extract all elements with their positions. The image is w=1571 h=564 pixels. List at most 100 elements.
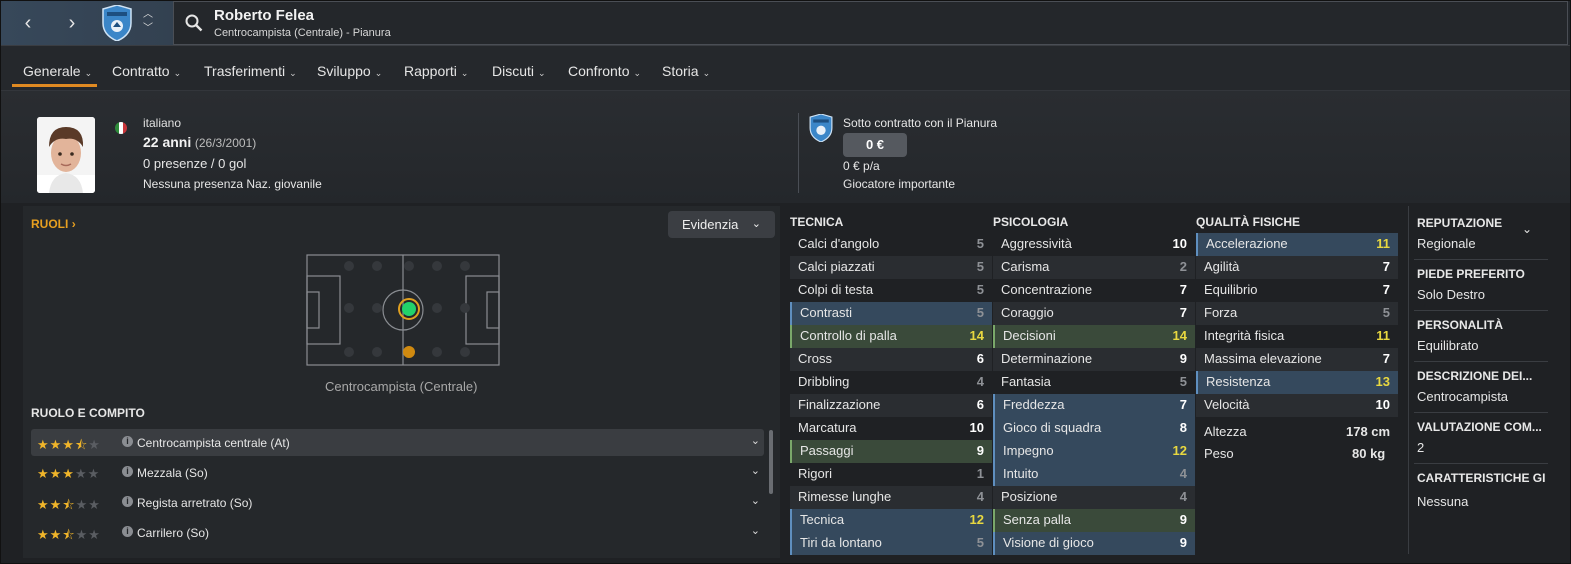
chevron-down-icon: ⌄ <box>374 68 383 78</box>
attribute-name: Visione di gioco <box>1003 535 1094 550</box>
tab-trasferimenti[interactable]: Trasferimenti ⌄ <box>204 63 297 79</box>
player-photo[interactable] <box>37 117 95 193</box>
attribute-row[interactable]: Gioco di squadra 8 <box>993 417 1195 440</box>
nationality[interactable]: italiano <box>143 116 181 130</box>
divider <box>1414 310 1548 311</box>
attribute-name: Passaggi <box>800 443 854 458</box>
attribute-value: 12 <box>1172 443 1187 458</box>
club-crest-icon[interactable] <box>101 5 133 41</box>
attribute-row[interactable]: Aggressività 10 <box>993 233 1195 256</box>
info-icon[interactable]: i <box>122 496 133 507</box>
tab-rapporti[interactable]: Rapporti ⌄ <box>404 63 468 79</box>
nationality-flag-icon[interactable] <box>115 122 127 134</box>
chevron-down-icon[interactable]: ⌄ <box>751 434 760 447</box>
attribute-row[interactable]: Marcatura 10 <box>790 417 992 440</box>
tab-discuti[interactable]: Discuti ⌄ <box>492 63 546 79</box>
role-label: Regista arretrato (So) <box>137 496 253 510</box>
search-icon[interactable] <box>185 14 203 32</box>
role-row[interactable]: ★★⯪★★ i Carrilero (So) ⌄ <box>31 519 764 546</box>
attribute-row[interactable]: Colpi di testa 5 <box>790 279 992 302</box>
attribute-row[interactable]: Contrasti 5 <box>790 302 992 325</box>
traits-label: CARATTERISTICHE GI <box>1417 471 1546 485</box>
attribute-row[interactable]: Coraggio 7 <box>993 302 1195 325</box>
info-icon[interactable]: i <box>122 526 133 537</box>
chevron-down-icon[interactable]: ⌄ <box>1522 222 1532 236</box>
attribute-value: 9 <box>1179 351 1187 366</box>
attribute-name: Senza palla <box>1003 512 1071 527</box>
attribute-row[interactable]: Visione di gioco 9 <box>993 532 1195 555</box>
tab-confronto[interactable]: Confronto ⌄ <box>568 63 641 79</box>
attribute-name: Concentrazione <box>1001 282 1093 297</box>
attribute-value: 5 <box>976 236 984 251</box>
tab-contratto[interactable]: Contratto ⌄ <box>112 63 181 79</box>
highlight-dropdown[interactable]: Evidenzia ⌄ <box>668 211 775 238</box>
attribute-value: 10 <box>1375 397 1390 412</box>
chevron-down-icon[interactable]: ⌄ <box>751 524 760 537</box>
chevron-down-icon[interactable]: ⌄ <box>751 494 760 507</box>
attribute-row[interactable]: Rimesse lunghe 4 <box>790 486 992 509</box>
scrollbar[interactable] <box>769 430 773 494</box>
chevron-down-icon: ⌄ <box>633 68 642 78</box>
attribute-row[interactable]: Agilità 7 <box>1196 256 1398 279</box>
attribute-row[interactable]: Massima elevazione 7 <box>1196 348 1398 371</box>
attribute-row[interactable]: Calci d'angolo 5 <box>790 233 992 256</box>
forward-arrow-icon[interactable]: › <box>61 12 83 34</box>
attribute-row[interactable]: Integrità fisica 11 <box>1196 325 1398 348</box>
info-icon[interactable]: i <box>122 436 133 447</box>
attribute-row[interactable]: Cross 6 <box>790 348 992 371</box>
attribute-row[interactable]: Concentrazione 7 <box>993 279 1195 302</box>
attribute-row[interactable]: Tecnica 12 <box>790 509 992 532</box>
attribute-row[interactable]: Intuito 4 <box>993 463 1195 486</box>
attribute-row[interactable]: Resistenza 13 <box>1196 371 1398 394</box>
player-subtitle[interactable]: Centrocampista (Centrale) - Pianura <box>214 27 391 39</box>
attribute-row[interactable]: Carisma 2 <box>993 256 1195 279</box>
attribute-row[interactable]: Determinazione 9 <box>993 348 1195 371</box>
attribute-row[interactable]: Posizione 4 <box>993 486 1195 509</box>
attribute-row[interactable]: Calci piazzati 5 <box>790 256 992 279</box>
attribute-name: Determinazione <box>1001 351 1093 366</box>
attribute-name: Equilibrio <box>1204 282 1258 297</box>
player-switch-arrows-icon[interactable]: ︿ ﹀ <box>141 8 155 36</box>
rating-label: VALUTAZIONE COM... <box>1417 420 1542 434</box>
attribute-value: 14 <box>969 328 984 343</box>
attribute-name: Colpi di testa <box>798 282 874 297</box>
contract-club-crest-icon[interactable] <box>808 114 834 142</box>
attribute-row[interactable]: Fantasia 5 <box>993 371 1195 394</box>
tab-generale[interactable]: Generale ⌄ <box>23 63 92 79</box>
info-icon[interactable]: i <box>122 466 133 477</box>
attribute-row[interactable]: Passaggi 9 <box>790 440 992 463</box>
attribute-row[interactable]: Dribbling 4 <box>790 371 992 394</box>
contract-club[interactable]: Sotto contratto con il Pianura <box>843 116 997 130</box>
attribute-row[interactable]: Velocità 10 <box>1196 394 1398 417</box>
attribute-row[interactable]: Freddezza 7 <box>993 394 1195 417</box>
attribute-value: 9 <box>1179 535 1187 550</box>
roles-link[interactable]: RUOLI › <box>31 217 76 231</box>
attribute-value: 4 <box>1179 466 1187 481</box>
attribute-row[interactable]: Rigori 1 <box>790 463 992 486</box>
fisiche-header: QUALITÀ FISICHE <box>1196 215 1300 229</box>
attribute-row[interactable]: Equilibrio 7 <box>1196 279 1398 302</box>
attribute-row[interactable]: Controllo di palla 14 <box>790 325 992 348</box>
attribute-row[interactable]: Tiri da lontano 5 <box>790 532 992 555</box>
attribute-row[interactable]: Accelerazione 11 <box>1196 233 1398 256</box>
attribute-row[interactable]: Impegno 12 <box>993 440 1195 463</box>
role-row[interactable]: ★★★⯪★ i Centrocampista centrale (At) ⌄ <box>31 429 764 456</box>
attribute-row[interactable]: Forza 5 <box>1196 302 1398 325</box>
tab-sviluppo[interactable]: Sviluppo ⌄ <box>317 63 382 79</box>
divider <box>1414 463 1548 464</box>
attribute-value: 7 <box>1382 259 1390 274</box>
media-description-value: Centrocampista <box>1417 389 1509 404</box>
role-row[interactable]: ★★★★★ i Mezzala (So) ⌄ <box>31 459 764 486</box>
attribute-row[interactable]: Senza palla 9 <box>993 509 1195 532</box>
attribute-row[interactable]: Finalizzazione 6 <box>790 394 992 417</box>
attribute-row[interactable]: Decisioni 14 <box>993 325 1195 348</box>
psicologia-header: PSICOLOGIA <box>993 215 1069 229</box>
chevron-down-icon[interactable]: ⌄ <box>751 464 760 477</box>
tab-storia[interactable]: Storia ⌄ <box>662 63 710 79</box>
role-rating-stars: ★★★★★ <box>37 466 101 481</box>
back-arrow-icon[interactable]: ‹ <box>17 12 39 34</box>
attribute-value: 2 <box>1179 259 1187 274</box>
attribute-value: 6 <box>976 351 984 366</box>
role-row[interactable]: ★★⯪★★ i Regista arretrato (So) ⌄ <box>31 489 764 516</box>
youth-caps: Nessuna presenza Naz. giovanile <box>143 177 322 191</box>
